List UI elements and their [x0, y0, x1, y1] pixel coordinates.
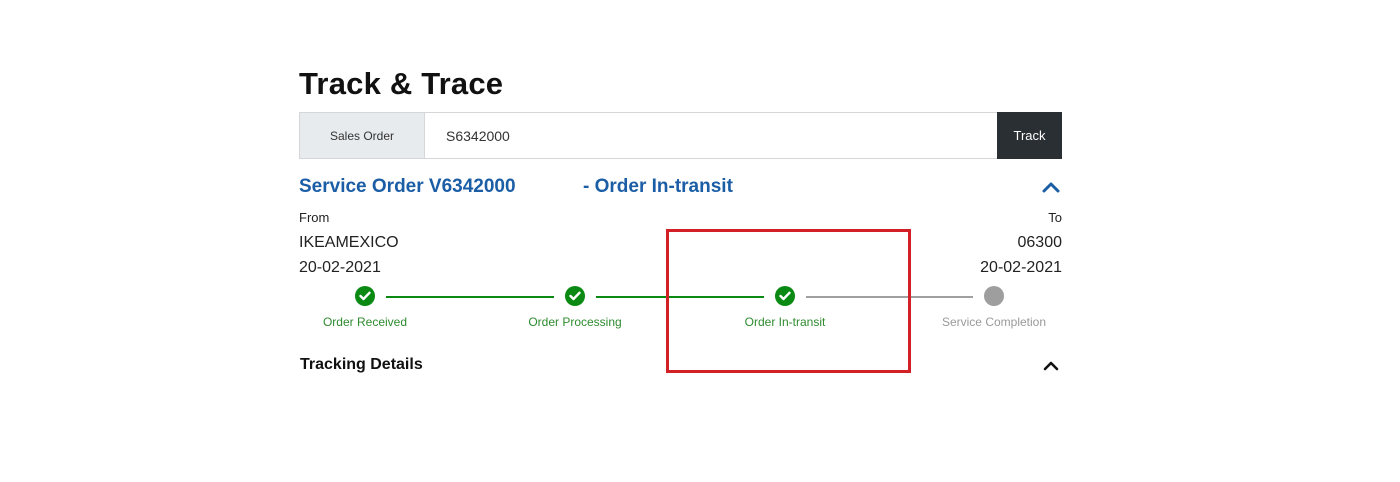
step-label: Order Processing — [528, 315, 622, 329]
step-status-icon — [565, 286, 585, 306]
page-title: Track & Trace — [299, 66, 504, 101]
order-progress-tracker: Order Received Order Processing Order In… — [299, 286, 1062, 336]
order-status: - Order In-transit — [583, 176, 733, 197]
progress-step-order-processing: Order Processing — [495, 286, 655, 329]
step-label: Service Completion — [941, 315, 1047, 329]
to-label: To — [1048, 210, 1062, 225]
step-status-icon — [984, 286, 1004, 306]
from-value: IKEAMEXICO — [299, 234, 399, 251]
step-status-icon — [775, 286, 795, 306]
sales-order-input[interactable] — [425, 113, 997, 158]
progress-step-order-received: Order Received — [285, 286, 445, 329]
search-type-label: Sales Order — [300, 113, 425, 158]
progress-step-service-completion: Service Completion — [914, 286, 1074, 329]
service-order-title: Service Order V6342000 — [299, 176, 516, 197]
tracking-details-title: Tracking Details — [300, 356, 423, 373]
from-label: From — [299, 210, 330, 225]
progress-step-order-in-transit: Order In-transit — [705, 286, 865, 329]
to-value: 06300 — [1017, 234, 1063, 251]
check-icon — [569, 291, 581, 301]
check-icon — [779, 291, 791, 301]
step-label: Order In-transit — [744, 315, 826, 329]
step-label: Order Received — [322, 315, 408, 329]
chevron-up-icon — [1042, 182, 1060, 193]
origin-info: From IKEAMEXICO 20-02-2021 — [299, 211, 399, 276]
tracking-collapse-button[interactable] — [1040, 354, 1062, 376]
step-status-icon — [355, 286, 375, 306]
tracking-details-header[interactable]: Tracking Details — [299, 354, 1062, 376]
from-date: 20-02-2021 — [299, 259, 381, 276]
order-collapse-button[interactable] — [1040, 176, 1062, 198]
to-date: 20-02-2021 — [980, 259, 1062, 276]
order-header: Service Order V6342000 - Order In-transi… — [299, 176, 1062, 202]
search-bar: Sales Order Track — [299, 112, 1062, 159]
check-icon — [359, 291, 371, 301]
track-button[interactable]: Track — [997, 112, 1062, 159]
chevron-up-icon — [1043, 361, 1059, 370]
destination-info: To 06300 20-02-2021 — [980, 211, 1062, 276]
